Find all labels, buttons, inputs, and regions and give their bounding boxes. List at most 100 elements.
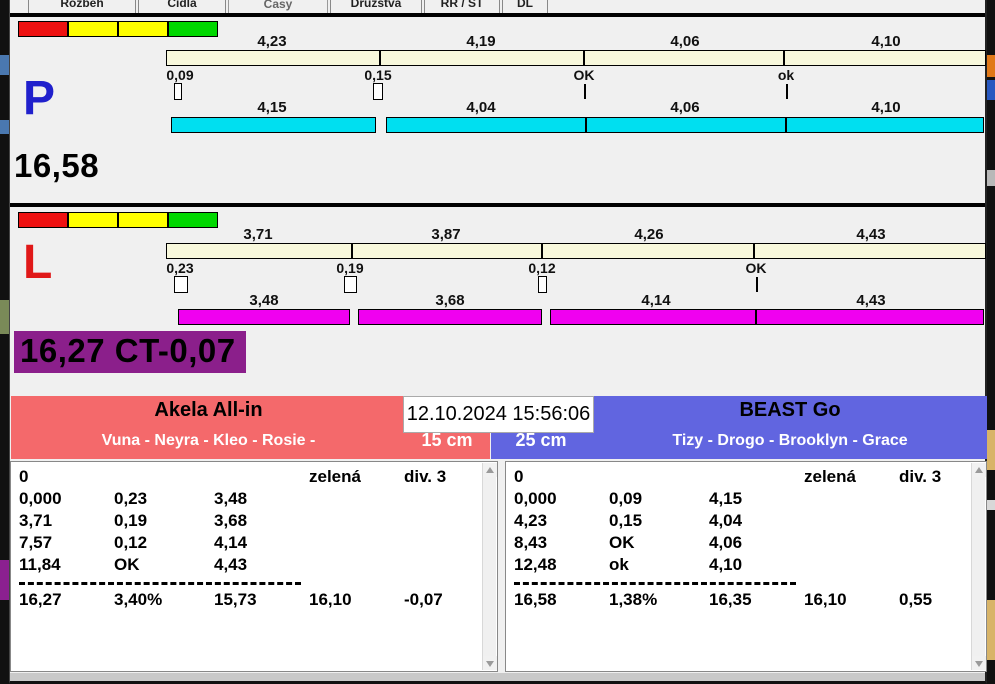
tab-casy[interactable]: Časy — [228, 0, 328, 13]
bar-segment — [583, 51, 783, 65]
cell: 7,57 — [19, 533, 53, 552]
table-row: 12,48 ok 4,10 — [514, 554, 971, 576]
teams-area: Akela All-in Vuna - Neyra - Kleo - Rosie… — [10, 396, 987, 674]
cell: 4,04 — [709, 511, 743, 530]
cell — [804, 510, 899, 532]
cell — [404, 488, 482, 510]
team-left-height: 15 cm — [421, 430, 473, 450]
scroll-down-button[interactable] — [483, 656, 497, 670]
cell — [214, 466, 309, 488]
split-label: 4,23 — [257, 33, 287, 50]
scroll-up-icon — [975, 467, 983, 473]
scroll-down-button[interactable] — [972, 656, 986, 670]
sliver-patch — [0, 120, 9, 134]
bar-segment — [541, 244, 753, 258]
table-row: 8,43 OK 4,06 — [514, 532, 971, 554]
cell: OK — [609, 533, 635, 552]
fault-box-marker — [373, 83, 383, 100]
team-right-results-table[interactable]: 0 zelená div. 3 0,000 0,09 4,15 4,23 0,1… — [505, 461, 987, 672]
bar-segment — [783, 51, 981, 65]
sliver-patch — [987, 55, 995, 77]
cell: 4,43 — [214, 555, 248, 574]
scroll-up-button[interactable] — [972, 463, 986, 477]
p-top-split-labels: 4,23 4,19 4,06 4,10 — [166, 33, 986, 50]
run-bar-segment — [785, 118, 983, 132]
team-left-dogs: Vuna - Neyra - Kleo - Rosie - — [101, 432, 316, 449]
tab-cidla[interactable]: Cidla — [138, 0, 226, 13]
cell: 11,84 — [19, 555, 61, 574]
cell: 12,48 — [514, 555, 557, 574]
sliver-patch — [0, 300, 9, 334]
p-run-split-labels: 4,15 4,04 4,06 4,10 — [166, 99, 986, 116]
tab-rozbeh[interactable]: Rozbeh — [28, 0, 136, 13]
p-total-time: 16,58 — [14, 147, 100, 184]
ok-tick-marker — [756, 277, 758, 292]
split-label: 4,04 — [466, 99, 496, 116]
cell — [309, 488, 404, 510]
ok-tick-marker — [584, 84, 586, 99]
exchange-label: OK — [573, 67, 595, 83]
split-label: 4,43 — [856, 292, 886, 309]
totals-row: 16,27 3,40% 15,73 16,10 -0,07 — [19, 589, 482, 611]
cell: 4,15 — [709, 489, 743, 508]
tab-rr-st[interactable]: RR / ST — [424, 0, 500, 13]
cell: OK — [114, 555, 140, 574]
bottom-strip — [10, 673, 985, 681]
cell — [804, 488, 899, 510]
status-cell-red — [19, 213, 69, 227]
tab-bar: Rozbeh Cidla Časy Družstva RR / ST DL — [10, 0, 985, 13]
cell: 4,23 — [514, 511, 548, 530]
tab-druzstva[interactable]: Družstva — [330, 0, 422, 13]
split-label: 4,06 — [670, 99, 700, 116]
cell: 0,000 — [19, 489, 62, 508]
p-reference-bar — [166, 50, 986, 66]
run-letter-l: L — [23, 236, 53, 289]
cell — [309, 554, 404, 576]
cell: 0 — [514, 467, 524, 486]
vertical-scrollbar[interactable] — [971, 463, 986, 670]
run-bar-segment — [171, 117, 376, 133]
table-row: 0,000 0,23 3,48 — [19, 488, 482, 510]
team-right-height: 25 cm — [515, 430, 567, 450]
split-label: 4,10 — [871, 33, 901, 50]
run-bar-group — [550, 309, 984, 325]
run-bar-segment — [755, 310, 983, 324]
split-label: 3,48 — [249, 292, 279, 309]
run-bar-group — [386, 117, 984, 133]
exchange-label: 0,15 — [364, 67, 392, 83]
cell — [899, 488, 971, 510]
cell: zelená — [309, 467, 361, 486]
split-label: 4,06 — [670, 33, 700, 50]
status-cell-yellow — [69, 22, 119, 36]
cell: -0,07 — [404, 590, 443, 609]
p-run-bar — [166, 117, 986, 135]
run-panel-l: L 3,71 3,87 4,26 4,43 0,23 0,19 0,12 OK — [10, 203, 986, 373]
vertical-scrollbar[interactable] — [482, 463, 497, 670]
exchange-label: 0,23 — [166, 260, 194, 276]
l-reference-bar — [166, 243, 986, 259]
p-exchange-labels: 0,09 0,15 OK ok — [166, 67, 986, 83]
cell — [609, 466, 709, 488]
cell — [404, 532, 482, 554]
cell: 4,10 — [709, 555, 743, 574]
team-right-results-content: 0 zelená div. 3 0,000 0,09 4,15 4,23 0,1… — [506, 462, 971, 671]
exchange-label: 0,09 — [166, 67, 194, 83]
cell: 4,06 — [709, 533, 743, 552]
run-bar-segment — [387, 118, 585, 132]
l-total-time: 16,27 CT-0,07 — [14, 331, 246, 373]
separator-dashes — [514, 582, 796, 585]
table-row: 7,57 0,12 4,14 — [19, 532, 482, 554]
cell — [899, 532, 971, 554]
team-left-results-table[interactable]: 0 zelená div. 3 0,000 0,23 3,48 3,71 0,1… — [10, 461, 498, 672]
tab-dl[interactable]: DL — [502, 0, 548, 13]
scroll-down-icon — [486, 661, 494, 667]
scroll-up-button[interactable] — [483, 463, 497, 477]
status-cell-yellow — [119, 213, 169, 227]
l-run-bar — [166, 309, 986, 327]
status-cell-yellow — [69, 213, 119, 227]
split-label: 4,19 — [466, 33, 496, 50]
cell: 0,19 — [114, 511, 148, 530]
run-bar-segment — [585, 118, 785, 132]
fault-box-marker — [174, 83, 182, 100]
bar-segment — [379, 51, 583, 65]
